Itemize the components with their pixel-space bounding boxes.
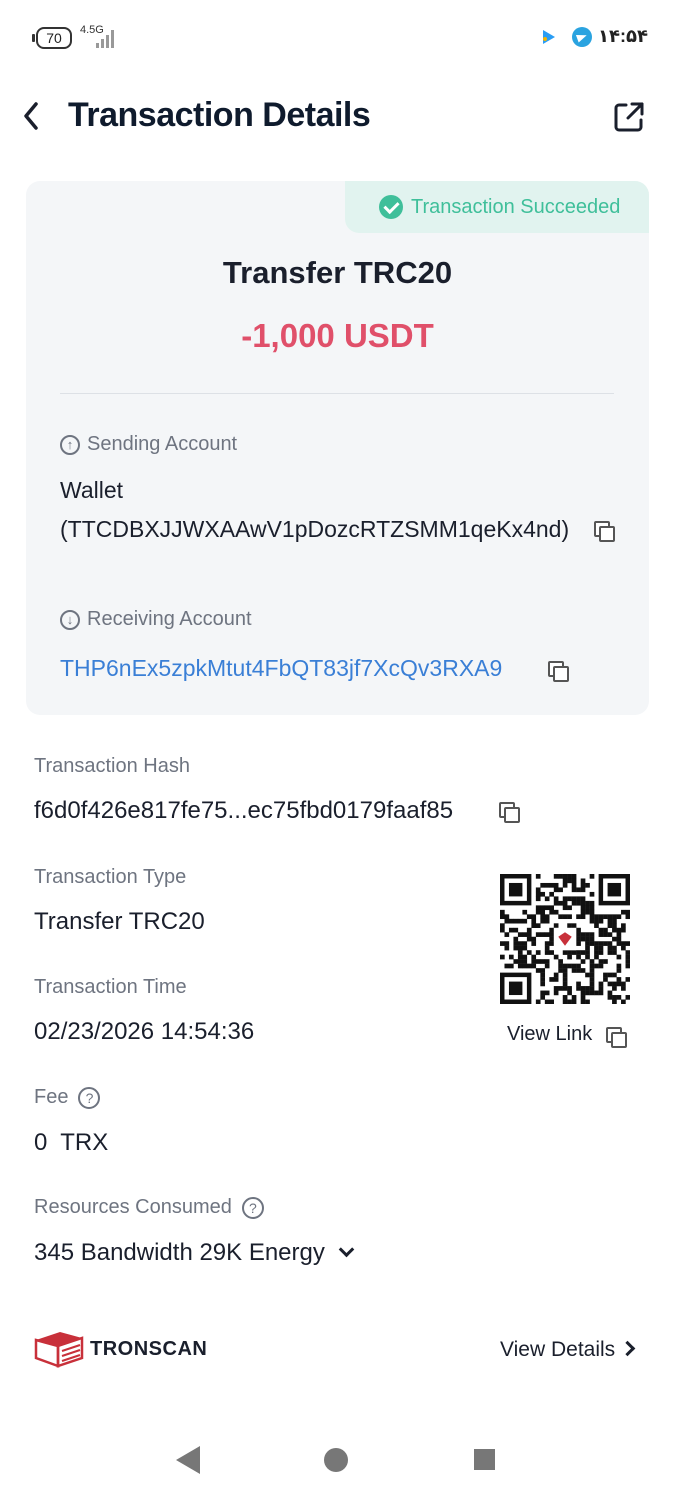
- chevron-down-icon[interactable]: [338, 1241, 355, 1258]
- resources-value-row[interactable]: 345 Bandwidth 29K Energy: [34, 1239, 355, 1267]
- copy-icon[interactable]: [606, 1027, 627, 1048]
- tronscan-logo-icon: [34, 1332, 84, 1368]
- transaction-time-value: 02/23/2026 14:54:36: [34, 1018, 255, 1045]
- play-store-icon: [543, 30, 555, 44]
- check-circle-icon: [379, 195, 403, 219]
- nav-home-button[interactable]: [324, 1448, 348, 1472]
- fee-label-row: Fee ?: [34, 1086, 101, 1109]
- receiving-account-label: Receiving Account: [87, 608, 252, 630]
- copy-icon[interactable]: [548, 661, 569, 682]
- qr-code: [500, 874, 630, 1004]
- arrow-up-circle-icon: ↑: [60, 434, 80, 455]
- transaction-type-label: Transaction Type: [34, 866, 187, 888]
- divider: [60, 393, 614, 394]
- transaction-hash-value: f6d0f426e817fe75...ec75fbd0179faaf85: [34, 797, 454, 824]
- transaction-amount: -1,000 USDT: [241, 317, 434, 354]
- status-bar: 70 4.5G ۱۴:۵۴: [0, 0, 675, 76]
- clock: ۱۴:۵۴: [598, 26, 648, 46]
- copy-icon[interactable]: [594, 521, 615, 542]
- telegram-icon: [572, 27, 592, 47]
- resources-label: Resources Consumed: [34, 1196, 232, 1218]
- status-text: Transaction Succeeded: [411, 196, 621, 218]
- receiving-account-label-row: ↓ Receiving Account: [60, 608, 252, 631]
- battery-icon: 70: [32, 27, 72, 49]
- resources-value: 345 Bandwidth 29K Energy: [34, 1239, 325, 1266]
- transaction-hash-label: Transaction Hash: [34, 755, 190, 777]
- status-badge: Transaction Succeeded: [345, 181, 649, 233]
- sending-account-name: Wallet: [60, 477, 124, 503]
- transaction-method: Transfer TRC20: [222, 255, 453, 290]
- help-icon[interactable]: ?: [78, 1086, 101, 1109]
- battery-level: 70: [46, 30, 62, 46]
- chevron-right-icon[interactable]: [619, 1340, 636, 1357]
- fee-value: 0 TRX: [34, 1129, 109, 1156]
- page-title: Transaction Details: [68, 96, 371, 134]
- view-details-button[interactable]: View Details: [500, 1338, 615, 1362]
- resources-label-row: Resources Consumed ?: [34, 1196, 264, 1219]
- view-link-button[interactable]: View Link: [507, 1023, 592, 1046]
- signal-icon: [96, 28, 118, 48]
- copy-icon[interactable]: [499, 802, 520, 823]
- share-icon[interactable]: [612, 100, 646, 134]
- nav-recents-button[interactable]: [474, 1449, 495, 1470]
- transaction-type-value: Transfer TRC20: [34, 908, 205, 935]
- view-link-label: View Link: [507, 1023, 593, 1045]
- sending-account-label-row: ↑ Sending Account: [60, 433, 237, 456]
- tronscan-brand: TRONSCAN: [90, 1338, 208, 1360]
- sending-account-address: (TTCDBXJJWXAAwV1pDozcRTZSMM1qeKx4nd): [60, 516, 570, 542]
- help-icon[interactable]: ?: [241, 1196, 264, 1219]
- view-details-label: View Details: [500, 1338, 616, 1361]
- receiving-account-address[interactable]: THP6nEx5zpkMtut4FbQT83jf7XcQv3RXA9: [60, 655, 502, 682]
- arrow-down-circle-icon: ↓: [60, 609, 80, 630]
- transaction-time-label: Transaction Time: [34, 976, 187, 998]
- nav-back-button[interactable]: [176, 1446, 200, 1474]
- transaction-summary-card: Transaction Succeeded Transfer TRC20 -1,…: [26, 181, 649, 715]
- sending-account-label: Sending Account: [87, 433, 238, 455]
- fee-label: Fee: [34, 1086, 69, 1108]
- back-arrow-icon[interactable]: [18, 98, 54, 134]
